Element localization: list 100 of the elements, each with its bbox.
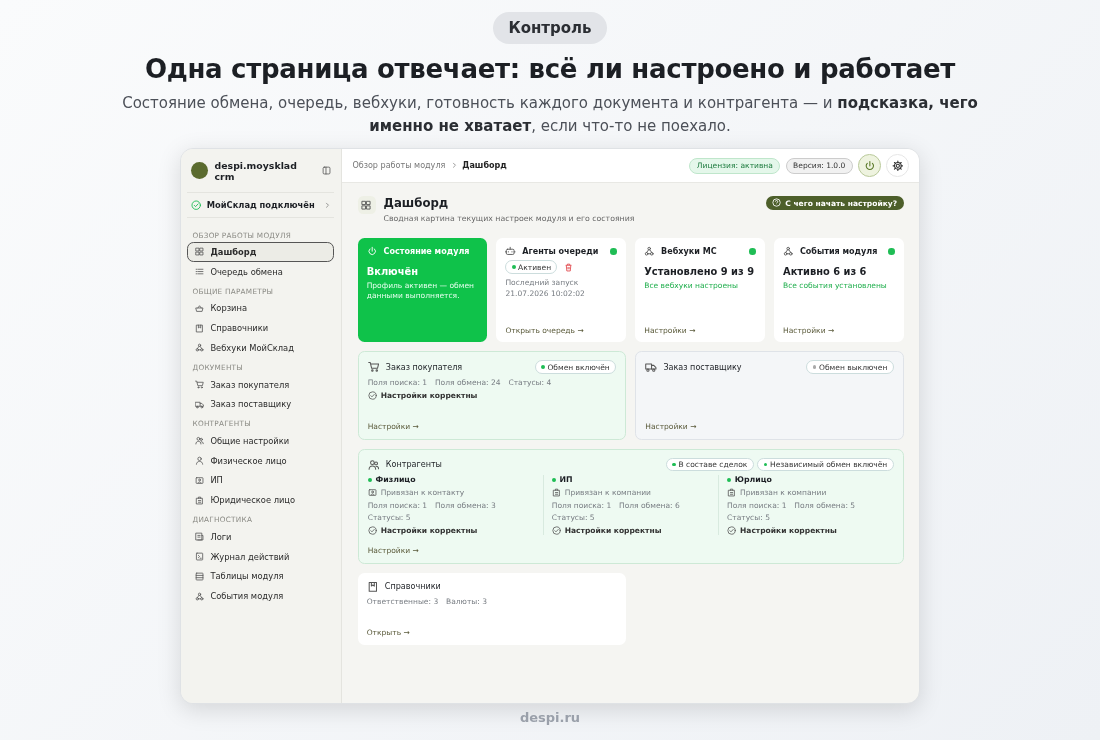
- status-value: Включён: [366, 265, 419, 277]
- status-pill: Обмен включён: [534, 360, 616, 374]
- power-icon: [366, 246, 378, 257]
- nav-item[interactable]: Заказ покупателя: [187, 374, 335, 395]
- nav-section-title: ОБЩИЕ ПАРАМЕТРЫ: [191, 285, 275, 298]
- nav-item[interactable]: Вебхуки МойСклад: [187, 338, 335, 358]
- nav-item[interactable]: Физическое лицо: [187, 450, 335, 471]
- person-icon: [194, 456, 204, 466]
- nav-item[interactable]: Общие настройки: [187, 430, 335, 451]
- check-circle-icon: [551, 525, 561, 535]
- nav-item[interactable]: Таблицы модуля: [187, 566, 335, 587]
- metric-value: Активно 6 из 6: [783, 265, 868, 277]
- check-circle-icon: [727, 525, 737, 535]
- help-icon: [772, 198, 782, 208]
- sidebar-toggle-icon: [321, 166, 331, 176]
- webhook-icon: [783, 246, 794, 257]
- status-pill: Независимый обмен включён: [757, 457, 894, 472]
- help-button[interactable]: С чего начать настройку?: [765, 195, 904, 211]
- power-icon: [863, 159, 876, 172]
- settings-link[interactable]: Настройки →: [367, 422, 419, 432]
- cart-icon: [367, 361, 380, 373]
- settings-icon: [891, 159, 904, 172]
- settings-link[interactable]: Настройки →: [783, 325, 835, 335]
- truck-icon: [645, 361, 657, 373]
- settings-button[interactable]: [886, 154, 909, 178]
- nav-item[interactable]: Юридическое лицо: [187, 490, 335, 511]
- building-icon: [727, 488, 737, 498]
- list-icon: [194, 267, 204, 277]
- stat-text: Валюты: 3: [446, 596, 487, 606]
- check-circle-icon: [191, 199, 202, 211]
- nav-item[interactable]: Заказ поставщику: [187, 394, 335, 415]
- webhook-icon: [194, 591, 204, 601]
- stat-text: Статусы: 5: [551, 512, 595, 522]
- document-icon: [194, 532, 204, 542]
- open-link[interactable]: Открыть →: [366, 627, 410, 637]
- trash-icon[interactable]: [563, 262, 573, 272]
- check-text: Настройки корректны: [564, 525, 662, 535]
- table-icon: [194, 571, 204, 581]
- grid-icon: [194, 247, 204, 257]
- last-run-text: Последний запуск 21.07.2026 10:02:02: [505, 277, 586, 300]
- status-pill: Обмен выключен: [806, 360, 894, 374]
- check-text: Настройки корректны: [380, 525, 478, 535]
- id-card-icon: [367, 488, 377, 498]
- settings-link[interactable]: Настройки →: [644, 325, 696, 335]
- building-icon: [194, 495, 204, 505]
- webhook-icon: [644, 246, 655, 257]
- binding-text: Привязан к компании: [740, 488, 827, 498]
- nav-item[interactable]: Очередь обмена: [187, 261, 335, 282]
- footer-domain: despi.ru: [519, 710, 581, 726]
- logo-icon: [191, 162, 209, 180]
- nav-item[interactable]: ИП: [187, 470, 335, 491]
- stat-text: Поля обмена: 24: [434, 377, 501, 387]
- nav-item[interactable]: Корзина: [187, 298, 335, 319]
- section-tag: Контроль: [493, 12, 607, 44]
- settings-link[interactable]: Настройки →: [367, 546, 419, 556]
- binding-text: Привязан к компании: [564, 488, 651, 498]
- stat-text: Поля поиска: 1: [367, 501, 428, 511]
- headline: Одна страница отвечает: всё ли настроено и работает: [144, 54, 956, 84]
- chevron-icon: [324, 201, 331, 209]
- building-icon: [551, 488, 561, 498]
- info-badge: Лицензия: активна: [689, 157, 781, 174]
- basket-icon: [194, 303, 204, 313]
- stat-text: Поля обмена: 5: [794, 501, 856, 511]
- open-link[interactable]: Открыть очередь →: [505, 325, 584, 335]
- binding-text: Привязан к контакту: [380, 488, 465, 498]
- check-text: Настройки корректны: [740, 525, 837, 535]
- nav-item[interactable]: События модуля: [187, 586, 335, 606]
- nav-item[interactable]: Дашборд: [187, 242, 335, 262]
- nav-section-title: ДОКУМЕНТЫ: [191, 362, 244, 374]
- id-card-icon: [194, 475, 204, 485]
- stat-text: Поля поиска: 1: [727, 501, 787, 511]
- lead-text: Состояние обмена, очередь, вебхуки, готовность каждого документа и контрагента — и подсказка, чего именно не хватает, если что-то не поехало.: [121, 93, 979, 137]
- check-text: Настройки корректны: [380, 390, 478, 400]
- nav-section-title: КОНТРАГЕНТЫ: [191, 418, 252, 431]
- stat-text: Статусы: 5: [367, 512, 411, 522]
- cart-icon: [194, 379, 204, 390]
- nav-item[interactable]: Журнал действий: [187, 546, 335, 567]
- people-icon: [194, 436, 204, 446]
- nav-section-title: ОБЗОР РАБОТЫ МОДУЛЯ: [191, 229, 292, 242]
- chevron-icon: [450, 162, 458, 169]
- stat-text: Статусы: 4: [508, 377, 552, 387]
- nav-item[interactable]: Справочники: [187, 318, 335, 339]
- robot-icon: [505, 246, 516, 257]
- book-icon: [194, 323, 204, 333]
- stat-text: Статусы: 5: [727, 512, 770, 522]
- webhook-icon: [194, 343, 204, 353]
- nav-section-title: ДИАГНОСТИКА: [191, 514, 254, 527]
- grid-icon: [361, 199, 372, 211]
- check-circle-icon: [367, 390, 377, 400]
- truck-icon: [194, 399, 204, 409]
- connection-status[interactable]: МойСклад подключён: [187, 192, 335, 218]
- nav-item[interactable]: Логи: [187, 526, 335, 547]
- status-note: Профиль активен — обмен данными выполняется.: [366, 280, 475, 303]
- stat-text: Поля поиска: 1: [367, 377, 428, 387]
- power-button[interactable]: [858, 154, 881, 178]
- settings-link[interactable]: Настройки →: [645, 422, 697, 432]
- metric-note: Все вебхуки настроены: [644, 280, 739, 290]
- status-pill: В составе сделок: [665, 457, 754, 472]
- info-badge: Версия: 1.0.0: [785, 157, 853, 174]
- metric-value: Установлено 9 из 9: [644, 265, 755, 277]
